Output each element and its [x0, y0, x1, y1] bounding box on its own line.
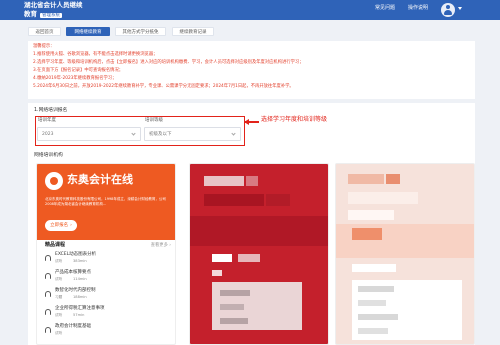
user-avatar[interactable] [441, 3, 455, 17]
institution-card-dongao[interactable]: 东奥会计在线 北京东奥时代教育科技股份有限公司，1998年成立，深耕会计财经教育… [36, 163, 176, 345]
user-icon [446, 5, 450, 9]
course-item[interactable]: 企业所得税汇算注意事项 试听 57min [43, 306, 171, 322]
notice-item: 5.2024年6月30日之前，开放2019-2022年继续教育补学，专业课、公需… [33, 84, 294, 89]
nav-help-link[interactable]: 操作说明 [408, 4, 428, 12]
chevron-down-icon[interactable] [458, 7, 462, 10]
tab-education-record[interactable]: 继续教育记录 [172, 27, 214, 36]
tab-home[interactable]: 返回首页 [28, 27, 61, 36]
notice-title: 温馨提示： [33, 44, 55, 49]
app-brand: 湖北省会计人员继续 教育 管理系统 [24, 1, 83, 18]
card-banner: 东奥会计在线 北京东奥时代教育科技股份有限公司，1998年成立，深耕会计财经教育… [37, 164, 175, 240]
system-badge: 管理系统 [40, 12, 62, 18]
headphones-icon [45, 327, 51, 333]
annotation-arrow-line [245, 121, 259, 123]
course-list: 精品课程 查看更多 › EXCEL动态图表分析 试听 383min 产品成本核算… [43, 242, 171, 344]
annotation-highlight-box [35, 116, 245, 146]
course-item[interactable]: 政府会计制度基础 试听 [43, 324, 171, 340]
course-item[interactable]: 数智化时代内部控制 习题 188min [43, 288, 171, 304]
institution-name: 东奥会计在线 [67, 173, 133, 186]
tab-credit-offset[interactable]: 其他方式学分抵免 [115, 27, 166, 36]
courses-header: 精品课程 [45, 242, 66, 248]
institution-card-blurred[interactable] [335, 163, 475, 345]
notice-item: 1.推荐使用火狐、谷歌浏览器，有不能点击选择时请更换浏览器； [33, 52, 158, 57]
notice-item: 4.缴纳2019年-2023年继续教育报名学习； [33, 76, 117, 81]
annotation-text: 选择学习年度和培训等级 [261, 116, 328, 123]
dongao-logo-icon [45, 172, 63, 190]
headphones-icon [45, 273, 51, 279]
course-item[interactable]: EXCEL动态图表分析 试听 383min [43, 252, 171, 268]
chevron-right-icon: › [70, 223, 72, 228]
notice-item: 3.在页面下方【报名记录】中可查询报名情况； [33, 68, 124, 73]
brand-line2: 教育 [24, 9, 37, 18]
section-title: 1.网络培训报名 [34, 108, 68, 113]
org-section-title: 网络培训机构 [34, 153, 63, 158]
notice-item: 2.选择学习年度、等级和培训机构后，点击【立即报名】进入对应的培训机构缴费、学习… [33, 60, 304, 65]
course-item[interactable]: 产品成本核算要点 试听 114min [43, 270, 171, 286]
headphones-icon [45, 291, 51, 297]
tab-online-education[interactable]: 网络继续教育 [66, 27, 110, 36]
top-header: 湖北省会计人员继续 教育 管理系统 常见问题 操作说明 [0, 0, 500, 20]
nav-faq-link[interactable]: 常见问题 [375, 4, 395, 12]
courses-more-link[interactable]: 查看更多 › [151, 243, 171, 249]
institution-card-blurred[interactable] [189, 163, 329, 345]
headphones-icon [45, 309, 51, 315]
brand-line1: 湖北省会计人员继续 [24, 1, 83, 9]
institution-description: 北京东奥时代教育科技股份有限公司，1998年成立，深耕会计财经教育，公司2008… [45, 197, 166, 206]
signup-button[interactable]: 立即报名 › [45, 220, 77, 231]
notice-panel: 温馨提示： 1.推荐使用火狐、谷歌浏览器，有不能点击选择时请更换浏览器； 2.选… [28, 41, 475, 99]
headphones-icon [45, 255, 51, 261]
